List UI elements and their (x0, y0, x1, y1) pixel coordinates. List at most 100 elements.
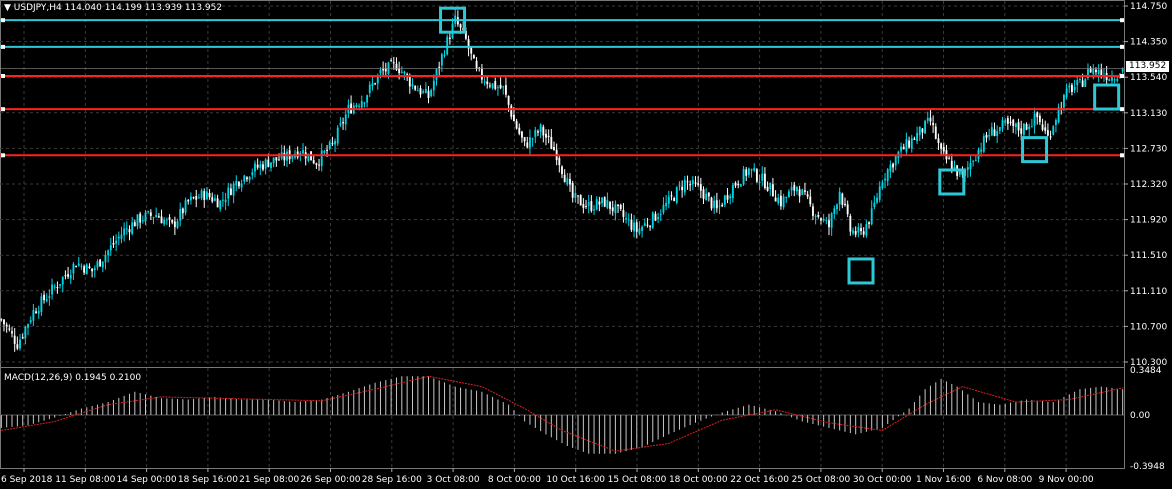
candle-body (312, 160, 315, 164)
candle-body (980, 149, 983, 152)
candle-body (328, 142, 331, 149)
candle-body (814, 216, 817, 218)
candle-body (403, 71, 406, 74)
candle-body (232, 183, 235, 196)
candle-body (571, 182, 574, 198)
candle-body (702, 189, 705, 199)
candle-body (574, 193, 577, 199)
candle-body (1036, 112, 1039, 118)
candle-body (278, 159, 280, 161)
candle-body (48, 296, 51, 299)
candle-body (777, 197, 780, 204)
candle-body (205, 191, 208, 200)
candle-body (761, 173, 764, 181)
level-anchor-left (1, 74, 5, 78)
candle-body (934, 126, 937, 139)
candle-body (739, 184, 742, 187)
candle-body (633, 222, 636, 232)
dropdown-triangle-icon[interactable]: ▼ (4, 3, 11, 13)
candle-body (611, 207, 614, 212)
candle-body (88, 266, 91, 269)
candle-body (849, 216, 852, 232)
candle-body (742, 169, 745, 185)
candle-body (1111, 77, 1113, 81)
candle-body (256, 164, 259, 168)
candle-body (419, 88, 422, 95)
candle-body (1044, 127, 1047, 131)
candle-body (320, 150, 323, 167)
level-anchor-left (1, 153, 5, 158)
candle-body (1025, 124, 1028, 130)
candle-body (173, 221, 176, 228)
x-tick-label: 21 Sep 08:00 (239, 475, 299, 485)
candle-body (67, 274, 70, 277)
candle-body (1095, 69, 1097, 73)
candle-body (211, 197, 214, 202)
candle-body (667, 196, 670, 204)
candle-body (569, 178, 571, 185)
candle-body (115, 240, 118, 244)
candle-body (699, 184, 702, 191)
candle-body (579, 195, 582, 206)
candle-body (248, 176, 251, 181)
candle-body (545, 133, 547, 138)
candle-body (40, 296, 43, 313)
candle-body (24, 326, 27, 339)
level-anchor-left (1, 107, 5, 112)
candle-body (542, 126, 545, 136)
candle-body (550, 136, 553, 150)
candle-body (230, 188, 232, 195)
candle-body (1076, 80, 1079, 85)
candle-body (926, 118, 929, 121)
candle-body (940, 143, 943, 149)
candle-body (1062, 94, 1065, 108)
candle-body (200, 190, 203, 199)
candle-body (120, 234, 123, 239)
candle-body (1071, 84, 1073, 92)
candle-body (168, 217, 171, 220)
candle-body (411, 84, 414, 87)
x-tick-label: 28 Sep 16:00 (362, 475, 422, 485)
candle-body (1068, 85, 1071, 88)
candle-body (432, 80, 435, 91)
candle-body (77, 263, 80, 266)
candle-body (355, 104, 358, 107)
candle-body (710, 197, 713, 209)
candle-body (977, 149, 980, 159)
candle-body (836, 204, 838, 210)
candle-body (785, 196, 788, 198)
candle-body (184, 200, 187, 213)
candle-body (45, 299, 48, 302)
candle-body (486, 81, 489, 85)
candle-body (216, 198, 219, 208)
candle-body (195, 196, 198, 200)
candle-body (235, 180, 238, 186)
candle-body (643, 223, 646, 226)
candle-body (825, 219, 828, 221)
macd-y-tick-label: 0.00 (1130, 411, 1150, 421)
level-anchor-right (1120, 153, 1124, 158)
candle-body (718, 205, 721, 207)
candle-body (27, 324, 29, 328)
candle-body (1108, 79, 1111, 81)
x-tick-label: 15 Oct 08:00 (608, 475, 667, 485)
candle-body (1033, 113, 1036, 126)
candle-body (326, 149, 328, 151)
candle-body (622, 210, 625, 217)
candle-body (796, 187, 798, 192)
candle-body (221, 199, 224, 201)
candle-body (694, 182, 697, 184)
candle-body (878, 186, 881, 200)
candle-body (318, 164, 320, 166)
candle-body (19, 339, 21, 349)
candle-body (750, 169, 753, 171)
candle-body (61, 276, 64, 285)
candle-body (876, 197, 878, 203)
candle-body (213, 198, 216, 201)
candle-body (395, 63, 398, 70)
candle-body (219, 200, 222, 210)
candle-body (619, 204, 622, 210)
level-anchor-right (1120, 107, 1124, 112)
macd-title: MACD(12,26,9) 0.1945 0.2100 (4, 373, 142, 383)
candle-body (625, 218, 628, 220)
